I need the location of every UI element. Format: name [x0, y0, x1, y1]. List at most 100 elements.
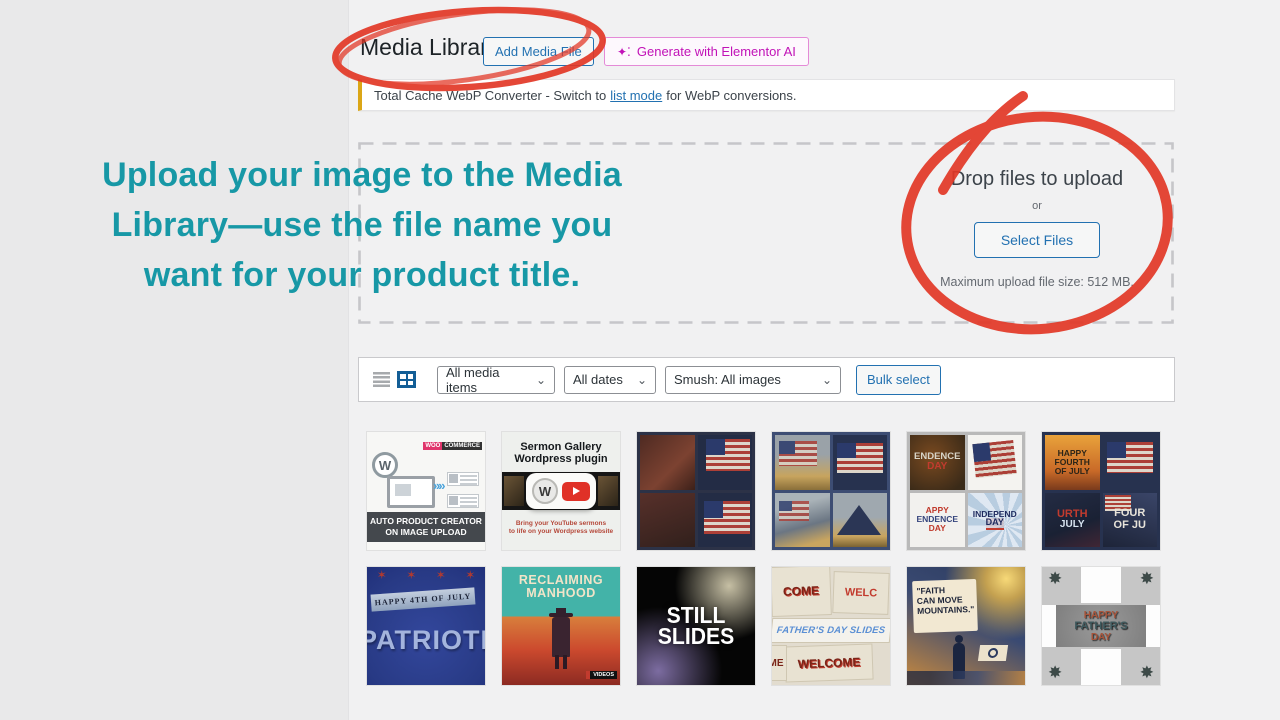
starburst-icon: ✸: [1140, 663, 1154, 683]
list-mode-link[interactable]: list mode: [610, 88, 662, 103]
patriotic-headline: PATRIOTIC: [367, 625, 485, 656]
collage-quadrant: [1103, 435, 1158, 490]
fathers-day-label: FATHER'S DAY SLIDES: [772, 619, 890, 642]
view-switcher: [373, 371, 416, 388]
collage-quadrant: APPYENDENCEDAY: [910, 493, 965, 548]
uploader-block: Drop files to upload or Select Files Max…: [900, 168, 1174, 289]
starburst-icon: ✸: [1140, 569, 1154, 589]
watermark-logo: VIDEOS: [586, 671, 617, 679]
caption-line: AUTO PRODUCT CREATOR: [367, 516, 485, 527]
laptop-illustration: [978, 645, 1008, 661]
stage-floor: [907, 671, 1025, 685]
media-item-fourth-of-july[interactable]: HAPPYFOURTHOF JULY URTHJULY FOUROF JU: [1042, 432, 1160, 550]
chevron-down-icon: ⌄: [536, 375, 546, 385]
media-item-happy-fathers-day[interactable]: ✸ ✸ ✸ ✸ HAPPY FATHER'S DAY: [1042, 567, 1160, 685]
flag-quadrant: [698, 493, 753, 548]
collage-quadrant: ENDENCEDAY: [910, 435, 965, 490]
media-item-faith-mountains[interactable]: "FAITH CAN MOVE MOUNTAINS.": [907, 567, 1025, 685]
flag-quadrant: [640, 493, 695, 548]
welcome-banner: COME: [772, 567, 831, 616]
date-filter-select[interactable]: All dates ⌄: [564, 366, 656, 394]
generate-elementor-ai-button[interactable]: ✦⁚ Generate with Elementor AI: [604, 37, 809, 66]
collage-quadrant: [968, 435, 1023, 490]
title-line: Wordpress plugin: [502, 453, 620, 465]
badge-woo: WOO: [423, 442, 442, 450]
landscape-quadrant: [833, 493, 888, 548]
checker-square: [1081, 649, 1121, 685]
elementor-button-label: Generate with Elementor AI: [637, 44, 796, 59]
media-item-independence-day[interactable]: ENDENCEDAY APPYENDENCEDAY INDEPENDDAY: [907, 432, 1025, 550]
welcome-banner: WELC: [833, 572, 888, 614]
starburst-icon: ✸: [1048, 663, 1062, 683]
youtube-play-icon: [562, 482, 590, 501]
presentation-screen: "FAITH CAN MOVE MOUNTAINS.": [912, 579, 978, 633]
tile-caption: AUTO PRODUCT CREATOR ON IMAGE UPLOAD: [367, 512, 485, 542]
tile-title: RECLAIMING MANHOOD: [502, 574, 620, 600]
panel-line: DAY: [1091, 632, 1111, 643]
media-item-sermon-gallery[interactable]: Sermon Gallery Wordpress plugin W Bring …: [502, 432, 620, 550]
quad-text: DAY: [927, 462, 947, 473]
panel-line: FATHER'S: [1074, 621, 1127, 632]
collage-quadrant: FOUROF JU: [1103, 493, 1158, 548]
product-card-illustration: [447, 472, 479, 486]
caption-line: to life on your Wordpress website: [502, 528, 620, 536]
logo-pill: W: [526, 473, 596, 509]
quad-text: OF JULY: [1055, 467, 1090, 476]
media-item-fathers-day-slides[interactable]: COME WELC FATHER'S DAY SLIDES WELCOME ME: [772, 567, 890, 685]
wordpress-logo-icon: W: [532, 478, 558, 504]
media-item-grunge-flags[interactable]: [637, 432, 755, 550]
smush-filter-value: Smush: All images: [674, 372, 781, 387]
title-line: MANHOOD: [502, 587, 620, 600]
smush-filter-select[interactable]: Smush: All images ⌄: [665, 366, 841, 394]
quad-text: OF JU: [1114, 520, 1146, 532]
instruction-overlay-text: Upload your image to the Media Library—u…: [38, 150, 686, 300]
ai-sparkle-icon: ✦⁚: [617, 45, 631, 59]
list-view-icon[interactable]: [373, 372, 390, 388]
welcome-banner: WELCOME: [785, 645, 872, 682]
welcome-banner: ME: [772, 646, 786, 680]
grid-view-icon[interactable]: [397, 371, 416, 388]
landscape-quadrant: [775, 493, 830, 548]
landscape-quadrant: [833, 435, 888, 490]
media-item-auto-product-creator[interactable]: W WOO COMMERCE »» AUTO PRODUCT CREATOR O…: [367, 432, 485, 550]
woocommerce-badge: WOO COMMERCE: [423, 442, 482, 450]
caption-line: ON IMAGE UPLOAD: [367, 527, 485, 538]
drop-files-title: Drop files to upload: [900, 168, 1174, 191]
overlay-line: want for your product title.: [38, 250, 686, 300]
wordpress-logo-icon: W: [372, 452, 398, 478]
collage-quadrant: HAPPYFOURTHOF JULY: [1045, 435, 1100, 490]
starburst-icon: ✸: [1048, 569, 1062, 589]
tile-caption: Bring your YouTube sermons to life on yo…: [502, 520, 620, 536]
fathers-day-panel: HAPPY FATHER'S DAY: [1056, 605, 1146, 647]
product-card-illustration: [447, 494, 479, 508]
flag-quadrant: [698, 435, 753, 490]
laptop-illustration: [387, 476, 435, 508]
media-item-reclaiming-manhood[interactable]: RECLAIMING MANHOOD VIDEOS: [502, 567, 620, 685]
stars-decoration: ✶✶✶✶: [367, 568, 485, 582]
add-media-file-button[interactable]: Add Media File: [483, 37, 594, 66]
badge-commerce: COMMERCE: [442, 442, 482, 450]
media-item-flag-landscapes[interactable]: [772, 432, 890, 550]
media-type-filter-select[interactable]: All media items ⌄: [437, 366, 555, 394]
select-files-button[interactable]: Select Files: [974, 222, 1100, 258]
man-silhouette: [551, 613, 571, 671]
media-type-filter-value: All media items: [446, 365, 526, 395]
page-title: Media Library: [360, 34, 499, 61]
media-item-patriotic[interactable]: ✶✶✶✶ HAPPY 4TH OF JULY PATRIOTIC: [367, 567, 485, 685]
quote-line: MOUNTAINS.": [917, 604, 973, 616]
bulk-select-button[interactable]: Bulk select: [856, 365, 941, 395]
ribbon-banner: HAPPY 4TH OF JULY: [371, 587, 476, 611]
title-line: SLIDES: [658, 626, 734, 647]
date-filter-value: All dates: [573, 372, 623, 387]
webp-converter-notice: Total Cache WebP Converter - Switch to l…: [358, 79, 1175, 111]
caption-line: Bring your YouTube sermons: [502, 520, 620, 528]
overlay-line: Upload your image to the Media: [38, 150, 686, 200]
quad-text: JULY: [1060, 520, 1085, 531]
or-label: or: [900, 200, 1174, 212]
tile-title: STILL SLIDES: [642, 567, 751, 685]
media-toolbar: All media items ⌄ All dates ⌄ Smush: All…: [358, 357, 1175, 402]
flag-quadrant: [640, 435, 695, 490]
arrow-swoosh-icon: »»: [433, 478, 443, 493]
media-item-still-slides[interactable]: STILL SLIDES: [637, 567, 755, 685]
quad-text: DAY: [986, 518, 1004, 529]
